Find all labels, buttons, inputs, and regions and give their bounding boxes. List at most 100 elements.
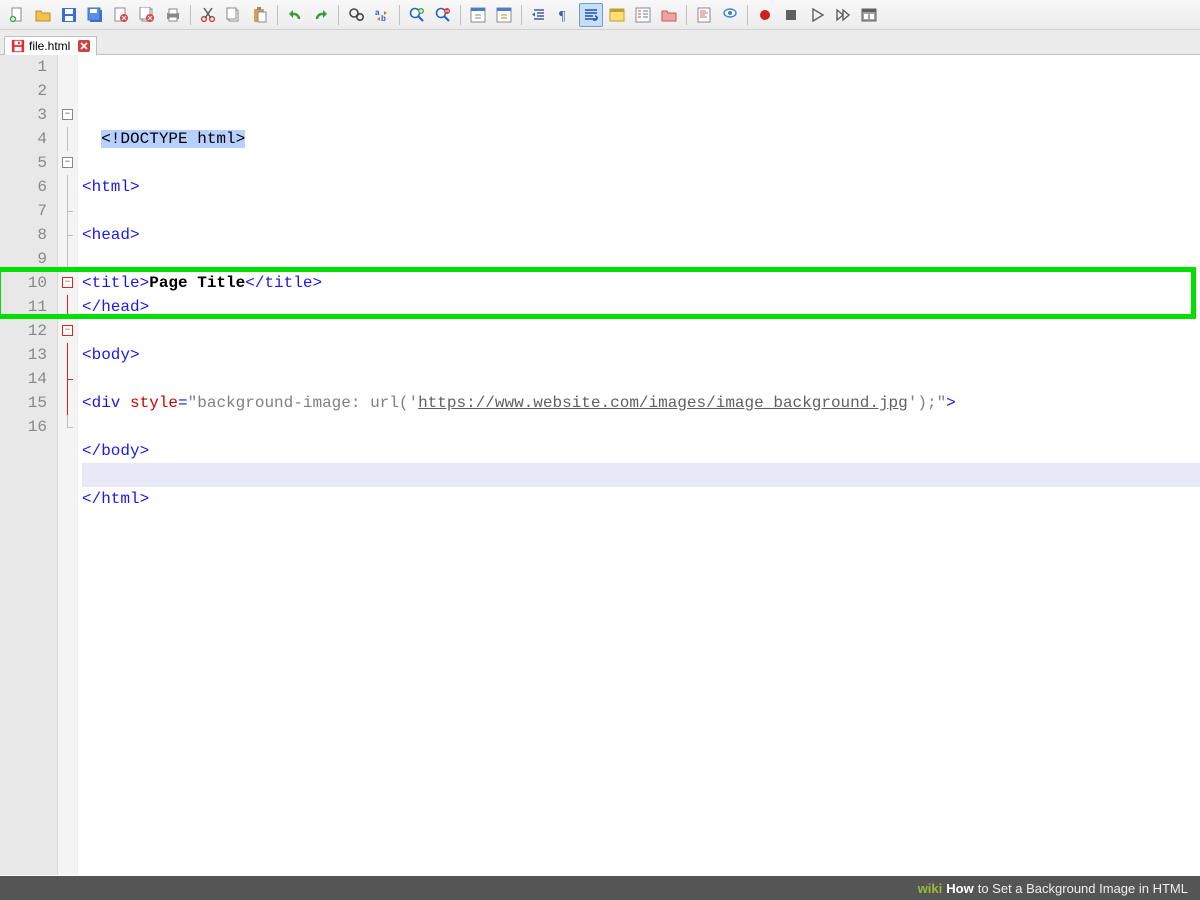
code-line[interactable] [82, 463, 1200, 487]
doc-map-icon [696, 7, 712, 23]
caption-bar: wikiHow to Set a Background Image in HTM… [0, 876, 1200, 900]
open-file-icon [35, 7, 51, 23]
fold-end [67, 427, 73, 428]
toolbar-separator [399, 5, 400, 25]
paste-icon [252, 7, 268, 23]
sync-v-icon [470, 7, 486, 23]
toolbar: ab ¶ [0, 0, 1200, 30]
word-wrap-button[interactable] [579, 3, 603, 27]
file-tab[interactable]: file.html [4, 36, 97, 56]
code-line[interactable] [82, 247, 1200, 271]
close-button[interactable] [109, 3, 133, 27]
play-button[interactable] [805, 3, 829, 27]
code-line[interactable]: </head> [82, 295, 1200, 319]
brand-how: How [946, 881, 973, 896]
fold-guide [67, 295, 68, 319]
save-icon [61, 7, 77, 23]
code-line[interactable]: </html> [82, 487, 1200, 511]
word-wrap-icon [583, 7, 599, 23]
line-number: 14 [0, 367, 47, 391]
fold-toggle[interactable]: − [62, 325, 73, 336]
code-line[interactable]: </body> [82, 439, 1200, 463]
find-replace-button[interactable]: ab [370, 3, 394, 27]
cut-button[interactable] [196, 3, 220, 27]
new-file-button[interactable] [5, 3, 29, 27]
monitor-icon [722, 7, 738, 23]
print-button[interactable] [161, 3, 185, 27]
monitor-button[interactable] [718, 3, 742, 27]
code-line[interactable]: <head> [82, 223, 1200, 247]
code-line[interactable] [82, 319, 1200, 343]
code-line[interactable]: <body> [82, 343, 1200, 367]
redo-icon [313, 7, 329, 23]
save-all-button[interactable] [83, 3, 107, 27]
code-line[interactable]: <!DOCTYPE html> [82, 127, 1200, 151]
toolbar-separator [460, 5, 461, 25]
find-icon [348, 7, 364, 23]
show-all-button[interactable] [857, 3, 881, 27]
new-file-icon [9, 7, 25, 23]
save-button[interactable] [57, 3, 81, 27]
close-icon [113, 7, 129, 23]
folder-button[interactable] [657, 3, 681, 27]
indent-left-button[interactable] [527, 3, 551, 27]
code-editor[interactable]: 12345678910111213141516 −−−− <!DOCTYPE h… [0, 55, 1200, 875]
find-button[interactable] [344, 3, 368, 27]
copy-button[interactable] [222, 3, 246, 27]
doc-map-button[interactable] [692, 3, 716, 27]
record-button[interactable] [753, 3, 777, 27]
code-line[interactable] [82, 415, 1200, 439]
open-file-button[interactable] [31, 3, 55, 27]
line-number: 2 [0, 79, 47, 103]
copy-icon [226, 7, 242, 23]
zoom-in-button[interactable] [405, 3, 429, 27]
browser-preview-icon [609, 7, 625, 23]
tab-filename: file.html [29, 39, 70, 53]
code-line[interactable]: <title>Page Title</title> [82, 271, 1200, 295]
close-all-icon [139, 7, 155, 23]
svg-text:b: b [381, 14, 386, 23]
line-number: 15 [0, 391, 47, 415]
line-number: 12 [0, 319, 47, 343]
code-line[interactable] [82, 367, 1200, 391]
code-area[interactable]: <!DOCTYPE html> <html> <head> <title>Page T… [78, 55, 1200, 875]
fold-toggle[interactable]: − [62, 157, 73, 168]
stop-button[interactable] [779, 3, 803, 27]
undo-button[interactable] [283, 3, 307, 27]
line-number: 9 [0, 247, 47, 271]
zoom-out-icon [435, 7, 451, 23]
record-icon [757, 7, 773, 23]
close-icon[interactable] [78, 40, 90, 52]
sync-h-icon [496, 7, 512, 23]
toolbar-separator [686, 5, 687, 25]
close-all-button[interactable] [135, 3, 159, 27]
fold-guide [67, 247, 68, 271]
stop-icon [783, 7, 799, 23]
play-fast-button[interactable] [831, 3, 855, 27]
code-line[interactable]: <div style="background-image: url('https… [82, 391, 1200, 415]
browser-preview-button[interactable] [605, 3, 629, 27]
toolbar-separator [190, 5, 191, 25]
code-line[interactable]: <html> [82, 175, 1200, 199]
zoom-out-button[interactable] [431, 3, 455, 27]
show-invisibles-button[interactable]: ¶ [553, 3, 577, 27]
paste-button[interactable] [248, 3, 272, 27]
svg-text:¶: ¶ [559, 9, 566, 23]
line-number: 1 [0, 55, 47, 79]
code-line[interactable] [82, 151, 1200, 175]
svg-text:a: a [375, 8, 380, 17]
redo-button[interactable] [309, 3, 333, 27]
line-number-gutter: 12345678910111213141516 [0, 55, 58, 875]
indent-left-icon [531, 7, 547, 23]
code-line[interactable] [82, 199, 1200, 223]
print-icon [165, 7, 181, 23]
fold-guide [67, 343, 68, 367]
fold-toggle[interactable]: − [62, 109, 73, 120]
fold-toggle[interactable]: − [62, 277, 73, 288]
save-icon [11, 39, 25, 53]
sync-v-button[interactable] [466, 3, 490, 27]
sync-h-button[interactable] [492, 3, 516, 27]
function-list-button[interactable] [631, 3, 655, 27]
caption-text: to Set a Background Image in HTML [978, 881, 1188, 896]
line-number: 7 [0, 199, 47, 223]
